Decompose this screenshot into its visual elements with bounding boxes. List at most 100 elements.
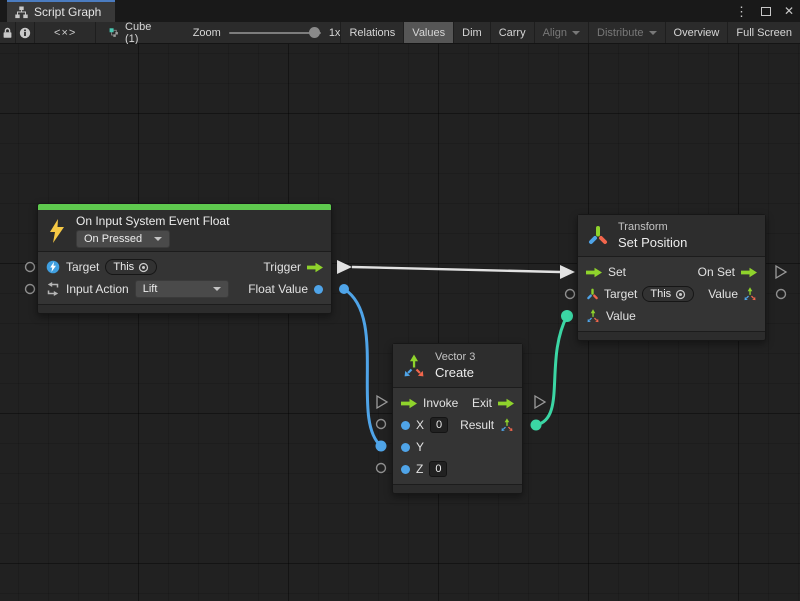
flow-arrow-icon[interactable] bbox=[401, 398, 417, 409]
value-input-port-connected[interactable] bbox=[561, 310, 573, 322]
vector3-mini-icon[interactable] bbox=[743, 287, 757, 301]
vector3-node-footer bbox=[393, 484, 522, 493]
wire-result-to-value bbox=[536, 316, 567, 425]
transform-target-label: Target bbox=[604, 287, 637, 301]
input-action-dropdown[interactable]: Lift bbox=[135, 280, 229, 298]
onset-output-port[interactable] bbox=[776, 266, 786, 278]
flow-arrow-icon[interactable] bbox=[741, 267, 757, 278]
trigger-output-port[interactable] bbox=[337, 260, 352, 274]
full-screen-button[interactable]: Full Screen bbox=[727, 22, 800, 43]
graph-icon bbox=[15, 6, 28, 19]
vector3-mini-icon[interactable] bbox=[500, 418, 514, 432]
node-on-input-system-event-float[interactable]: On Input System Event Float On Pressed T… bbox=[37, 203, 332, 314]
lock-button[interactable] bbox=[0, 22, 16, 43]
full-screen-label: Full Screen bbox=[736, 27, 792, 39]
float-value-dot-icon[interactable] bbox=[314, 285, 323, 294]
z-input-port[interactable] bbox=[377, 464, 386, 473]
invoke-input-port[interactable] bbox=[377, 396, 387, 408]
maximize-icon[interactable] bbox=[761, 7, 771, 16]
flow-arrow-icon[interactable] bbox=[498, 398, 514, 409]
transform-target-input-port[interactable] bbox=[566, 290, 575, 299]
transform-value-row: Value bbox=[578, 305, 765, 327]
x-value-field[interactable]: 0 bbox=[430, 417, 448, 433]
script-graph-window: Script Graph ⋮ ✕ <×> bbox=[0, 0, 800, 601]
transform-value-output-port[interactable] bbox=[777, 290, 786, 299]
values-button[interactable]: Values bbox=[403, 22, 453, 43]
tab-title: Script Graph bbox=[34, 5, 101, 19]
z-value-dot-icon[interactable] bbox=[401, 465, 410, 474]
transform-value-in-label: Value bbox=[606, 309, 636, 323]
object-picker-icon[interactable] bbox=[138, 262, 149, 273]
vector3-node-header: Vector 3 Create bbox=[393, 344, 522, 388]
relations-button[interactable]: Relations bbox=[340, 22, 403, 43]
event-target-object-field[interactable]: This bbox=[105, 259, 157, 275]
overview-label: Overview bbox=[674, 27, 720, 39]
event-action-label: Input Action bbox=[66, 282, 129, 296]
zoom-slider-handle[interactable] bbox=[309, 27, 320, 38]
event-target-row: Target This Trigger bbox=[38, 256, 331, 278]
vector3-invoke-row: Invoke Exit bbox=[393, 392, 522, 414]
flow-arrow-icon[interactable] bbox=[586, 267, 602, 278]
tab-script-graph[interactable]: Script Graph bbox=[7, 0, 115, 22]
node-transform-set-position[interactable]: Transform Set Position Set On Set bbox=[577, 214, 766, 341]
chevron-down-icon bbox=[213, 287, 221, 291]
event-target-label: Target bbox=[66, 260, 99, 274]
info-icon bbox=[19, 27, 31, 39]
event-node-body: Target This Trigger bbox=[38, 252, 331, 304]
object-picker-icon[interactable] bbox=[675, 289, 686, 300]
x-value-dot-icon[interactable] bbox=[401, 421, 410, 430]
transform-node-body: Set On Set Target This bbox=[578, 257, 765, 331]
event-node-footer bbox=[38, 304, 331, 313]
lightning-bolt-icon bbox=[47, 218, 67, 244]
zoom-slider[interactable] bbox=[229, 32, 321, 34]
relations-label: Relations bbox=[349, 27, 395, 39]
transform-target-object-field[interactable]: This bbox=[642, 286, 694, 302]
info-button[interactable] bbox=[16, 22, 35, 43]
event-mode-dropdown[interactable]: On Pressed bbox=[76, 230, 170, 248]
float-value-output-port[interactable] bbox=[339, 284, 349, 294]
flow-arrow-icon[interactable] bbox=[307, 262, 323, 273]
carry-label: Carry bbox=[499, 27, 526, 39]
dim-label: Dim bbox=[462, 27, 482, 39]
node-vector3-create[interactable]: Vector 3 Create Invoke Exit bbox=[392, 343, 523, 494]
event-action-row: Input Action Lift Float Value bbox=[38, 278, 331, 300]
transform-set-row: Set On Set bbox=[578, 261, 765, 283]
zoom-value: 1x bbox=[329, 27, 341, 39]
dim-button[interactable]: Dim bbox=[453, 22, 490, 43]
code-view-button[interactable]: <×> bbox=[35, 22, 96, 43]
overview-button[interactable]: Overview bbox=[665, 22, 728, 43]
z-label: Z bbox=[416, 462, 423, 476]
vector3-title: Create bbox=[435, 365, 475, 380]
event-action-input-port[interactable] bbox=[26, 285, 35, 294]
x-input-port[interactable] bbox=[377, 420, 386, 429]
on-set-label: On Set bbox=[698, 265, 735, 279]
vector3-icon bbox=[402, 354, 426, 378]
align-button[interactable]: Align bbox=[534, 22, 588, 43]
chevron-down-icon bbox=[572, 31, 580, 35]
graph-canvas[interactable]: On Input System Event Float On Pressed T… bbox=[0, 44, 800, 601]
close-icon[interactable]: ✕ bbox=[784, 5, 794, 17]
align-label: Align bbox=[543, 27, 567, 39]
y-input-port-connected[interactable] bbox=[376, 441, 387, 452]
exit-output-port[interactable] bbox=[535, 396, 545, 408]
event-node-header: On Input System Event Float On Pressed bbox=[38, 210, 331, 252]
result-output-port[interactable] bbox=[531, 420, 542, 431]
window-menu-icon[interactable]: ⋮ bbox=[735, 5, 748, 18]
window-controls: ⋮ ✕ bbox=[735, 0, 794, 22]
script-graph-icon bbox=[109, 26, 119, 39]
zoom-control: Zoom 1x bbox=[193, 22, 341, 43]
toolbar-right-group: Relations Values Dim Carry Align Distrib… bbox=[340, 22, 800, 43]
zoom-label: Zoom bbox=[193, 27, 221, 39]
carry-button[interactable]: Carry bbox=[490, 22, 534, 43]
transform-mini-icon bbox=[586, 288, 599, 301]
y-value-dot-icon[interactable] bbox=[401, 443, 410, 452]
input-action-icon bbox=[46, 282, 60, 296]
z-value-field[interactable]: 0 bbox=[429, 461, 447, 477]
x-label: X bbox=[416, 418, 424, 432]
result-label: Result bbox=[460, 418, 494, 432]
trigger-label: Trigger bbox=[263, 260, 301, 274]
event-target-input-port[interactable] bbox=[26, 263, 35, 272]
distribute-button[interactable]: Distribute bbox=[588, 22, 664, 43]
float-value-label: Float Value bbox=[248, 282, 308, 296]
graph-target-breadcrumb[interactable]: Cube (1) bbox=[109, 22, 156, 43]
